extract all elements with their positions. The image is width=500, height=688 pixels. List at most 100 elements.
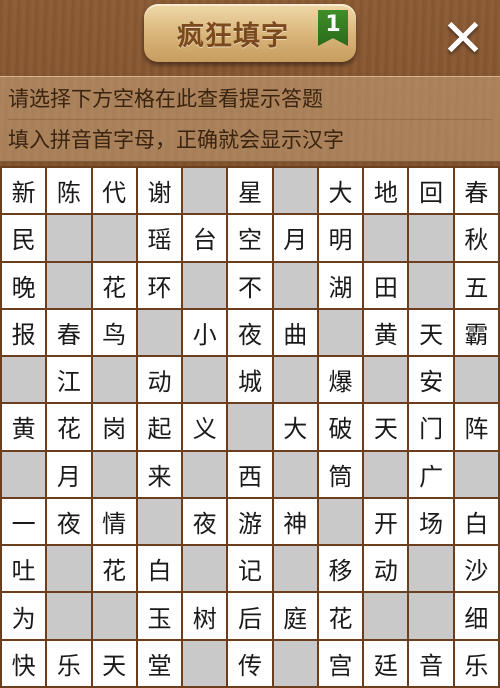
grid-cell-blocked [183,640,227,686]
grid-cell[interactable]: 白 [137,546,182,592]
grid-cell[interactable]: 陈 [47,168,91,214]
grid-cell[interactable]: 明 [318,215,363,261]
grid-cell-blocked [318,498,363,545]
grid-cell-blocked [318,309,363,356]
grid-cell-blocked [183,546,227,592]
grid-cell[interactable]: 花 [47,404,91,450]
grid-cell[interactable]: 传 [228,640,272,686]
grid-cell[interactable]: 树 [183,593,227,639]
grid-cell[interactable]: 吐 [2,546,46,592]
grid-cell[interactable]: 来 [137,451,182,497]
grid-cell[interactable]: 移 [318,546,363,592]
grid-cell[interactable]: 天 [92,640,136,686]
grid-cell[interactable]: 江 [47,357,91,403]
grid-cell[interactable]: 天 [409,309,453,356]
grid-cell[interactable]: 夜 [228,309,272,356]
grid-cell[interactable]: 白 [454,498,498,545]
grid-cell[interactable]: 天 [364,404,408,450]
grid-cell[interactable]: 沙 [454,546,498,592]
grid-cell[interactable]: 黄 [2,404,46,450]
grid-cell[interactable]: 星 [228,168,272,214]
grid-cell[interactable]: 义 [183,404,227,450]
grid-cell[interactable]: 细 [454,593,498,639]
grid-cell[interactable]: 报 [2,309,46,356]
grid-cell[interactable]: 曲 [273,309,317,356]
grid-cell-blocked [137,309,182,356]
grid-cell[interactable]: 音 [409,640,453,686]
grid-cell[interactable]: 城 [228,357,272,403]
grid-cell[interactable]: 春 [454,168,498,214]
hint-panel: 请选择下方空格在此查看提示答题 填入拼音首字母，正确就会显示汉字 [0,76,500,162]
grid-cell[interactable]: 回 [409,168,453,214]
grid-cell[interactable]: 五 [454,262,498,308]
grid-cell[interactable]: 一 [2,498,46,545]
grid-cell[interactable]: 起 [137,404,182,450]
grid-cell[interactable]: 为 [2,593,46,639]
grid-cell[interactable]: 宫 [318,640,363,686]
grid-cell[interactable]: 空 [228,215,272,261]
grid-cell[interactable]: 快 [2,640,46,686]
close-icon[interactable]: ✕ [436,12,490,66]
grid-cell[interactable]: 晚 [2,262,46,308]
grid-cell[interactable]: 田 [364,262,408,308]
grid-cell[interactable]: 秋 [454,215,498,261]
grid-cell[interactable]: 庭 [273,593,317,639]
grid-cell[interactable]: 夜 [47,498,91,545]
grid-cell[interactable]: 月 [273,215,317,261]
grid-cell[interactable]: 代 [92,168,136,214]
grid-cell[interactable]: 夜 [183,498,227,545]
grid-cell[interactable]: 场 [409,498,453,545]
grid-cell[interactable]: 大 [318,168,363,214]
grid-cell[interactable]: 乐 [47,640,91,686]
grid-cell[interactable]: 情 [92,498,136,545]
grid-cell[interactable]: 月 [47,451,91,497]
grid-cell-blocked [273,640,317,686]
grid-cell[interactable]: 霸 [454,309,498,356]
grid-cell[interactable]: 花 [318,593,363,639]
grid-cell[interactable]: 瑶 [137,215,182,261]
grid-cell[interactable]: 后 [228,593,272,639]
grid-cell[interactable]: 阵 [454,404,498,450]
grid-cell[interactable]: 神 [273,498,317,545]
grid-cell[interactable]: 广 [409,451,453,497]
grid-cell[interactable]: 小 [183,309,227,356]
grid-cell[interactable]: 大 [273,404,317,450]
grid-cell[interactable]: 安 [409,357,453,403]
grid-cell-blocked [364,215,408,261]
grid-cell[interactable]: 花 [92,546,136,592]
grid-cell[interactable]: 廷 [364,640,408,686]
hint-text-line-1: 请选择下方空格在此查看提示答题 [8,87,323,111]
grid-cell[interactable]: 新 [2,168,46,214]
grid-cell[interactable]: 玉 [137,593,182,639]
grid-cell[interactable]: 不 [228,262,272,308]
grid-cell[interactable]: 开 [364,498,408,545]
grid-cell[interactable]: 筒 [318,451,363,497]
grid-cell[interactable]: 记 [228,546,272,592]
grid-cell[interactable]: 春 [47,309,91,356]
grid-cell[interactable]: 环 [137,262,182,308]
grid-cell[interactable]: 门 [409,404,453,450]
grid-cell[interactable]: 游 [228,498,272,545]
grid-cell[interactable]: 民 [2,215,46,261]
grid-cell-blocked [92,593,136,639]
grid-cell[interactable]: 鸟 [92,309,136,356]
grid-cell-blocked [92,215,136,261]
grid-cell[interactable]: 花 [92,262,136,308]
grid-cell[interactable]: 黄 [364,309,408,356]
grid-cell[interactable]: 动 [137,357,182,403]
grid-cell[interactable]: 谢 [137,168,182,214]
grid-cell[interactable]: 破 [318,404,363,450]
grid-cell[interactable]: 乐 [454,640,498,686]
grid-cell-blocked [47,262,91,308]
grid-cell-blocked [2,357,46,403]
grid-cell-blocked [183,451,227,497]
grid-cell[interactable]: 堂 [137,640,182,686]
grid-cell[interactable]: 西 [228,451,272,497]
grid-cell[interactable]: 动 [364,546,408,592]
grid-cell[interactable]: 爆 [318,357,363,403]
grid-cell[interactable]: 台 [183,215,227,261]
grid-cell-blocked [137,498,182,545]
grid-cell[interactable]: 湖 [318,262,363,308]
grid-cell[interactable]: 地 [364,168,408,214]
grid-cell[interactable]: 岗 [92,404,136,450]
